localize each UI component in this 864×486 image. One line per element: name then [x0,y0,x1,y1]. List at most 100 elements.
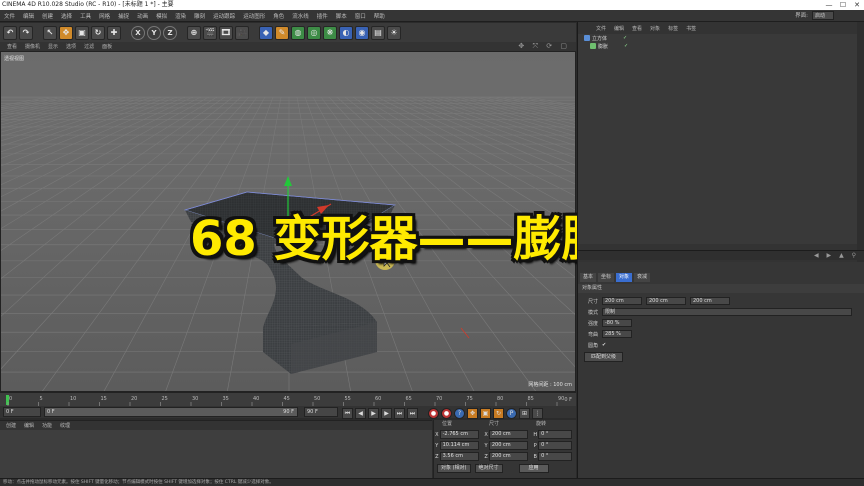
viewport-menu-item-0[interactable]: 查看 [3,43,21,50]
render-settings-icon[interactable]: 🎥 [235,25,249,40]
menu-item-8[interactable]: 模拟 [152,12,171,20]
render-picture-icon[interactable]: 🎞 [219,25,233,40]
object-menu-item-5[interactable]: 书签 [682,25,700,32]
size-x-field[interactable]: 200 cm [488,430,529,439]
object-menu-item-0[interactable]: 文件 [592,25,610,32]
pen-icon[interactable]: ✎ [275,25,289,40]
menu-item-1[interactable]: 编辑 [19,12,38,20]
size-y-field[interactable]: 200 cm [646,297,686,305]
attribute-nav-icons[interactable]: ◀ ▶ ▲ ⚲ [814,252,859,259]
menu-item-15[interactable]: 插件 [313,12,332,20]
layout-dropdown[interactable]: 启动 [812,11,834,20]
scene-icon[interactable]: ▤ [371,25,385,40]
material-manager-area[interactable] [0,430,432,478]
array-icon[interactable]: ◎ [307,25,321,40]
viewport-menu-item-4[interactable]: 过滤 [80,43,98,50]
size-z-field[interactable]: 200 cm [690,297,730,305]
goto-start-icon[interactable]: ⏮ [342,407,353,419]
size-z-field[interactable]: 200 cm [488,452,529,461]
rotation-b-field[interactable]: 0 ° [538,452,573,461]
menu-item-4[interactable]: 工具 [76,12,95,20]
redo-icon[interactable]: ↷ [19,25,33,40]
object-list-item[interactable]: 膨胀 ✓ [578,42,864,50]
next-key-icon[interactable]: ⏭ [394,407,405,419]
play-icon[interactable]: ▶ [381,407,392,419]
move-icon[interactable]: ✥ [59,25,73,40]
menu-item-13[interactable]: 角色 [269,12,288,20]
undo-icon[interactable]: ↶ [3,25,17,40]
viewport-menu-item-3[interactable]: 选项 [62,43,80,50]
position-y-field[interactable]: 10.114 cm [439,441,480,450]
viewport-menu-item-5[interactable]: 面板 [98,43,116,50]
apply-button[interactable]: 应用 [518,463,549,473]
timeline-ticks[interactable]: 0 5 10 15 20 25 30 35 40 45 50 55 60 65 70 75 80 85 90 [0,393,576,407]
light-icon[interactable]: ☀ [387,25,401,40]
end-frame-field[interactable]: 90 F [304,407,338,417]
maximize-button[interactable]: ☐ [836,0,850,10]
coordinate-mode-dropdown[interactable]: 对象 (相对) [437,463,471,473]
attr-tab-0[interactable]: 基本 [580,273,597,282]
fit-to-parent-button[interactable]: 匹配到父级 [584,352,624,362]
prev-key-icon[interactable]: ◀ [355,407,366,419]
deformer-icon[interactable]: ❋ [323,25,337,40]
material-menu-item-1[interactable]: 编辑 [20,422,38,429]
size-y-field[interactable]: 200 cm [488,441,529,450]
record-key-icon[interactable]: ● [428,407,439,419]
pos-key-icon[interactable]: ✥ [467,407,478,419]
y-axis-lock-icon[interactable]: Y [147,25,161,40]
scale-icon[interactable]: ▣ [75,25,89,40]
select-arrow-icon[interactable]: ↖ [43,25,57,40]
viewport-nav-icons[interactable]: ✥ ⤧ ⟳ ▢ [518,42,570,51]
mode-dropdown[interactable]: 限制 [602,308,852,316]
menu-item-17[interactable]: 窗口 [351,12,370,20]
material-menu-item-3[interactable]: 纹理 [56,422,74,429]
cube-icon[interactable]: ◆ [259,25,273,40]
rot-key-icon[interactable]: ↻ [493,407,504,419]
attr-tab-2[interactable]: 对象 [616,273,633,282]
object-menu-item-4[interactable]: 标签 [664,25,682,32]
position-z-field[interactable]: 3.56 cm [439,452,480,461]
x-axis-lock-icon[interactable]: X [131,25,145,40]
menu-item-16[interactable]: 脚本 [332,12,351,20]
object-menu-item-2[interactable]: 查看 [628,25,646,32]
attr-tab-3[interactable]: 衰减 [634,273,651,282]
curvature-field[interactable]: 285 % [602,330,632,338]
goto-end-icon[interactable]: ⏭ [407,407,418,419]
start-frame-field[interactable]: 0 F [3,407,41,417]
object-menu-item-1[interactable]: 编辑 [610,25,628,32]
render-view-icon[interactable]: 🎬 [203,25,217,40]
play-back-icon[interactable]: ▶ [368,407,379,419]
rotation-p-field[interactable]: 0 ° [538,441,573,450]
menu-item-12[interactable]: 运动图形 [239,12,269,20]
size-mode-dropdown[interactable]: 绝对尺寸 [474,463,503,473]
auto-key-icon[interactable]: ● [441,407,452,419]
close-button[interactable]: ✕ [850,0,864,10]
menu-item-14[interactable]: 流水线 [288,12,313,20]
menu-item-2[interactable]: 创建 [38,12,57,20]
object-list-item[interactable]: 立方体 ✓ [578,34,864,42]
strength-field[interactable]: -80 % [602,319,632,327]
frame-range-slider[interactable]: 0 F 90 F [44,407,298,417]
menu-item-11[interactable]: 运动跟踪 [209,12,239,20]
menu-item-9[interactable]: 渲染 [171,12,190,20]
vertical-panel-tabs[interactable] [857,22,864,262]
material-menu-item-2[interactable]: 功能 [38,422,56,429]
menu-item-6[interactable]: 捕捉 [114,12,133,20]
point-level-icon[interactable]: ⊞ [519,407,530,419]
environment-icon[interactable]: ◐ [339,25,353,40]
add-icon[interactable]: ✚ [107,25,121,40]
keyframe-selection-icon[interactable]: ? [454,407,465,419]
world-coord-icon[interactable]: ⊕ [187,25,201,40]
z-axis-lock-icon[interactable]: Z [163,25,177,40]
menu-item-0[interactable]: 文件 [0,12,19,20]
rotate-icon[interactable]: ↻ [91,25,105,40]
object-manager-list[interactable]: 立方体 ✓ 膨胀 ✓ [578,34,864,244]
menu-item-3[interactable]: 选择 [57,12,76,20]
rotation-h-field[interactable]: 0 ° [538,430,573,439]
minimize-button[interactable]: — [822,0,836,10]
viewport-menu-item-2[interactable]: 显示 [44,43,62,50]
camera-icon[interactable]: ◉ [355,25,369,40]
round-checkbox[interactable]: ✔ [602,342,606,348]
menu-item-5[interactable]: 网格 [95,12,114,20]
viewport-menu-item-1[interactable]: 摄像机 [21,43,44,50]
